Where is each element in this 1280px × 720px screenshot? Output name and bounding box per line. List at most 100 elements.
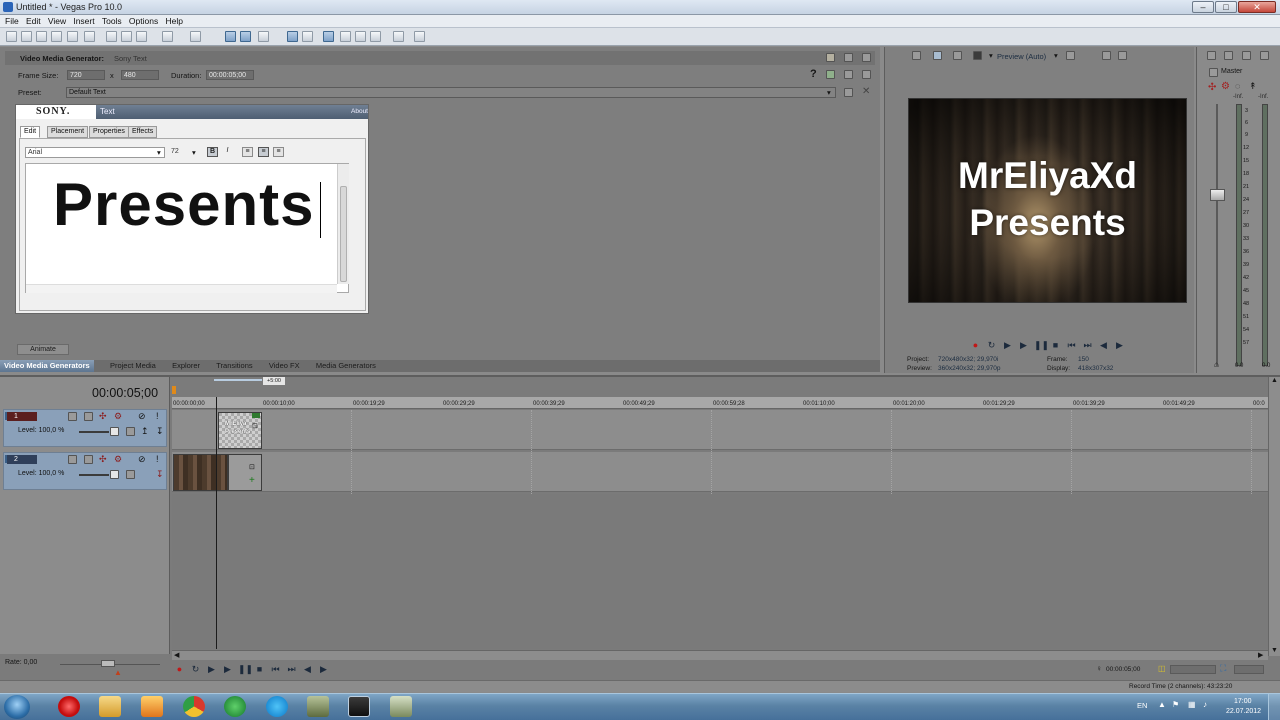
menu-options[interactable]: Options [129,15,158,28]
track-2-compositing-mode-icon[interactable] [126,470,135,479]
tab-video-media-generators[interactable]: Video Media Generators [0,360,94,372]
track-2-lane[interactable] [172,452,1268,492]
save-snapshot-icon[interactable] [1118,51,1127,60]
external-monitor-icon[interactable] [933,51,942,60]
open-icon[interactable] [21,31,32,42]
tab-transitions[interactable]: Transitions [216,360,252,372]
generator-copy-icon[interactable] [844,53,853,62]
menu-insert[interactable]: Insert [73,15,94,28]
tray-volume-icon[interactable]: ♪ [1203,700,1207,709]
frame-width-field[interactable]: 720 [67,70,105,80]
timeline-horizontal-scrollbar[interactable]: ◀ ▶ [172,650,1268,660]
media-player-icon[interactable] [141,696,163,717]
track-1-motion-icon[interactable] [68,412,77,421]
tab-video-fx[interactable]: Video FX [269,360,300,372]
clock-time[interactable]: 17:00 [1234,698,1252,705]
generator-close-icon[interactable] [862,53,871,62]
master-pin-icon[interactable]: ↟ [1249,81,1257,92]
overlays-icon[interactable] [1066,51,1075,60]
timeline-record-icon[interactable]: ● [174,664,185,674]
track-2-composite-icon[interactable]: ✣ [99,454,107,465]
help-icon[interactable]: ? [810,68,817,80]
ignore-grouping-icon[interactable] [355,31,366,42]
timeline-pause-icon[interactable]: ❚❚ [238,664,253,674]
text-media-clip[interactable]: MrEliya Presents ⊡ [218,412,262,449]
master-fader-handle[interactable] [1210,189,1225,201]
track-2-level-slider[interactable] [79,474,109,476]
track-1-fx-icon[interactable] [84,412,93,421]
undo-icon[interactable] [162,31,173,42]
track-2-level-handle[interactable] [110,470,119,479]
menu-edit[interactable]: Edit [26,15,41,28]
play-icon[interactable]: ▶ [1018,340,1029,350]
track-1-compositing-mode-icon[interactable] [126,427,135,436]
timeline-play-from-start-icon[interactable]: ▶ [206,664,217,674]
font-dropdown-arrow-icon[interactable]: ▾ [157,148,161,157]
track-1-parent-icon[interactable]: ↥ [141,426,149,437]
clip-1-fx-icon[interactable] [252,413,260,418]
generator-settings-icon[interactable] [844,70,853,79]
scroll-down-icon[interactable]: ▼ [1271,647,1278,654]
maximize-button[interactable]: □ [1215,1,1237,13]
playhead-cursor[interactable] [216,397,217,649]
timeline-vertical-scrollbar[interactable]: ▲ ▼ [1268,377,1280,656]
generator-pin-icon[interactable] [826,53,835,62]
tab-edit[interactable]: Edit [20,126,41,138]
selection-length-field[interactable] [1170,665,1216,674]
master-fx-icon[interactable]: ✣ [1208,82,1216,93]
italic-button[interactable]: I [222,147,233,157]
auto-ripple-icon[interactable] [323,31,334,42]
new-icon[interactable] [6,31,17,42]
menu-view[interactable]: View [48,15,66,28]
lock-envelopes-icon[interactable] [340,31,351,42]
tab-media-generators[interactable]: Media Generators [316,360,376,372]
align-center-icon[interactable]: ≡ [258,147,269,157]
pause-icon[interactable]: ❚❚ [1034,340,1049,350]
tray-arrow-icon[interactable]: ▲ [1158,700,1166,709]
track-2-settings-icon[interactable]: ⚙ [114,454,122,465]
explorer-icon[interactable] [99,696,121,717]
duration-field[interactable]: 00:00:05;00 [206,70,254,80]
language-indicator[interactable]: EN [1137,701,1147,710]
save-preset-icon[interactable] [844,88,853,97]
close-button[interactable]: ✕ [1238,1,1276,13]
copy-icon[interactable] [121,31,132,42]
opera-icon[interactable] [58,696,80,717]
save-icon[interactable] [36,31,47,42]
start-button[interactable] [4,695,30,719]
redo-icon[interactable] [190,31,201,42]
skype-icon[interactable] [266,696,288,717]
editor-vertical-scrollbar[interactable] [337,164,349,284]
timeline-next-frame-icon[interactable]: ▶ [318,664,329,674]
menu-tools[interactable]: Tools [102,15,122,28]
clip-1-crop-icon[interactable]: ⊡ [252,422,258,430]
scroll-left-icon[interactable]: ◀ [174,651,179,659]
track-2-solo-icon[interactable]: ! [156,454,159,464]
game-icon[interactable] [307,696,329,717]
track-1-level-handle[interactable] [110,427,119,436]
background-video-clip[interactable] [173,454,228,491]
master-close-icon[interactable] [1260,51,1269,60]
zoom-field[interactable] [1234,665,1264,674]
go-to-end-icon[interactable]: ⏭ [1082,340,1093,350]
timeline-loop-icon[interactable]: ↻ [190,664,201,674]
empty-timeline-area[interactable] [172,494,1268,649]
preset-dropdown-arrow-icon[interactable]: ▾ [827,88,831,97]
next-frame-icon[interactable]: ▶ [1114,340,1125,350]
loop-region-bar[interactable] [214,379,262,381]
track-1-mute-icon[interactable]: ⊘ [138,411,146,422]
background-video-clip-extension[interactable]: ⊡ + [228,454,262,491]
preset-dropdown[interactable]: Default Text [66,87,836,98]
minimize-button[interactable]: – [1192,1,1214,13]
editor-horizontal-scrollbar[interactable] [26,284,337,293]
scroll-up-icon[interactable]: ▲ [1271,377,1278,384]
timeline-go-to-end-icon[interactable]: ⏭ [286,664,297,674]
track-1-child-icon[interactable]: ↧ [156,426,164,437]
generator-chain-icon[interactable] [862,70,871,79]
track-1-lane[interactable] [172,410,1268,450]
video-track-2[interactable]: 2 ✣ ⚙ ⊘ ! Level: 100,0 % ↧ [3,452,167,490]
text-editor[interactable]: Presents [25,163,349,293]
master-properties-icon[interactable] [1207,51,1216,60]
clip-2-crop-icon[interactable]: ⊡ [249,463,255,471]
preview-properties-icon[interactable] [912,51,921,60]
